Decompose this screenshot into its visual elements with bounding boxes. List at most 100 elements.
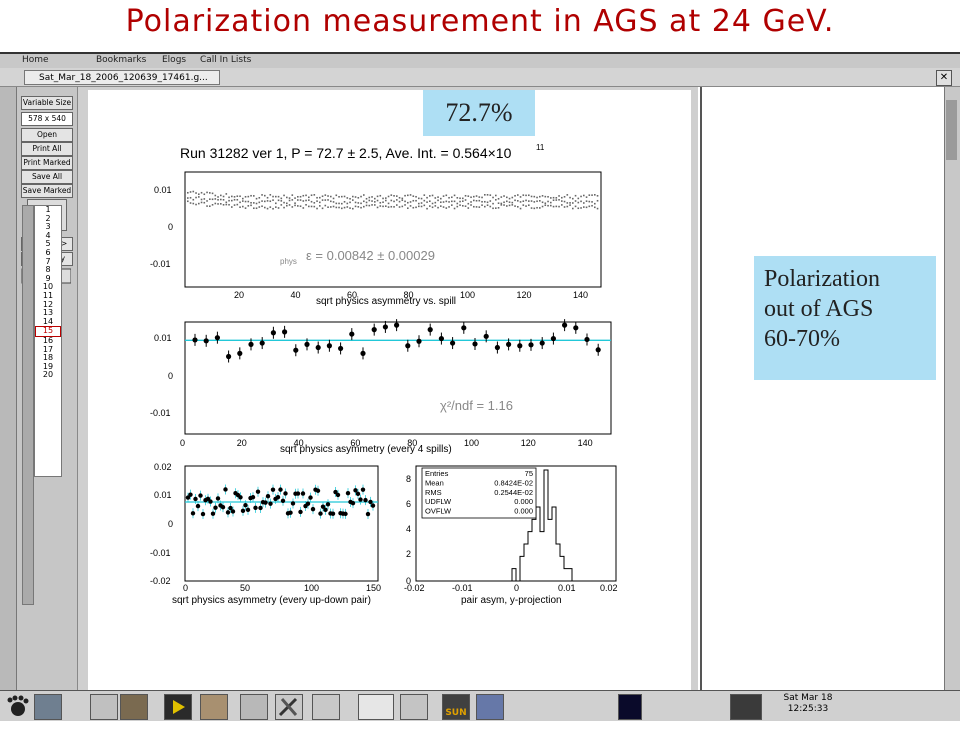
page-number-item[interactable]: 14 — [35, 317, 61, 327]
p1-point — [280, 200, 283, 202]
p3-point — [295, 491, 301, 496]
p1-point — [192, 198, 195, 201]
p1-point — [409, 201, 412, 203]
p1-point — [415, 199, 417, 202]
p1-point — [316, 200, 318, 202]
p3-ytick: -0.01 — [150, 548, 171, 558]
window-manager-icon[interactable] — [34, 694, 62, 720]
p1-point — [442, 206, 445, 208]
p1-point — [467, 202, 470, 205]
p3-point — [240, 508, 246, 514]
monitor-app-icon[interactable] — [476, 694, 504, 720]
p2-point — [584, 336, 590, 343]
p1-point — [580, 207, 582, 209]
p1-point — [349, 201, 351, 204]
p3-point — [355, 491, 361, 497]
scroll-thumb[interactable] — [946, 100, 957, 160]
p1-point — [453, 200, 456, 203]
p1-point — [412, 195, 415, 197]
p1-point — [368, 199, 371, 202]
terminal-icon[interactable] — [730, 694, 762, 720]
gnome-foot-icon[interactable] — [4, 694, 30, 718]
p2-point — [528, 342, 534, 348]
tools-icon[interactable] — [275, 694, 303, 720]
p3-ytick: 0.02 — [154, 462, 172, 472]
p1-point — [464, 194, 467, 197]
browser-tab[interactable]: Sat_Mar_18_2006_120639_17461.g... — [24, 70, 220, 85]
p1-point — [209, 192, 211, 194]
p3-xlabel: sqrt physics asymmetry (every up-down pa… — [172, 595, 371, 606]
p1-point — [514, 199, 516, 202]
settings-icon[interactable] — [240, 694, 268, 720]
p3-point — [243, 503, 248, 508]
close-icon[interactable]: ✕ — [936, 70, 952, 86]
p3-point — [330, 511, 336, 516]
edit-icon[interactable] — [312, 694, 340, 720]
p1-point — [448, 201, 450, 203]
p2-annotation: χ²/ndf = 1.16 — [440, 398, 513, 413]
terminal-small-icon[interactable] — [358, 694, 394, 720]
p4-xtick: 0.01 — [558, 583, 576, 593]
page-number-item[interactable]: 20 — [35, 371, 61, 380]
p1-point — [470, 196, 472, 199]
p1-point — [401, 197, 404, 200]
p3-xtick: 50 — [240, 583, 250, 593]
menu-bookmarks[interactable]: Bookmarks — [96, 55, 146, 65]
p1-annotation: ε = 0.00842 ± 0.00029 — [306, 248, 435, 263]
p1-point — [382, 201, 384, 203]
variable-size-button[interactable]: Variable Size — [21, 96, 73, 110]
print-marked-button[interactable]: Print Marked — [21, 156, 73, 170]
workspace-pager-icon[interactable] — [618, 694, 642, 720]
p1-point — [451, 204, 453, 206]
file-manager-icon[interactable] — [400, 694, 428, 720]
p1-point — [453, 207, 456, 210]
p1-point — [508, 201, 511, 203]
page-list-scrollbar[interactable] — [22, 205, 34, 605]
menu-elogs[interactable]: Elogs — [162, 55, 186, 65]
size-field[interactable]: 578 x 540 — [21, 112, 73, 126]
p1-point — [407, 194, 409, 197]
p1-point — [319, 205, 321, 207]
animal-app-icon[interactable] — [120, 694, 148, 720]
sun-icon[interactable]: SUN — [442, 694, 470, 720]
print-all-button[interactable]: Print All — [21, 142, 73, 156]
menu-call-in-lists[interactable]: Call In Lists — [200, 55, 251, 65]
p1-point — [321, 199, 324, 201]
p1-point — [198, 196, 200, 198]
p1-point — [308, 205, 310, 208]
image-app-icon[interactable] — [200, 694, 228, 720]
save-marked-button[interactable]: Save Marked — [21, 184, 73, 198]
p1-point — [250, 201, 252, 204]
p1-point — [511, 204, 514, 206]
p1-point — [264, 194, 266, 197]
p1-point — [313, 205, 316, 208]
p3-point — [270, 487, 276, 492]
p1-point — [332, 201, 335, 203]
p1-point — [431, 194, 434, 197]
p1-point — [343, 200, 346, 203]
p1-point — [214, 198, 217, 200]
p1-point — [583, 206, 585, 208]
p2-point — [573, 325, 579, 331]
plot-page: Run 31282 ver 1, P = 72.7 ± 2.5, Ave. In… — [88, 90, 691, 690]
save-all-button[interactable]: Save All — [21, 170, 73, 184]
p1-point — [489, 205, 492, 208]
media-player-icon[interactable] — [164, 694, 192, 720]
p1-point — [264, 200, 266, 203]
p1-point — [517, 205, 519, 208]
p1-point — [475, 195, 478, 197]
p1-point — [220, 198, 222, 201]
menu-home[interactable]: Home — [22, 55, 49, 65]
p4-xtick: -0.02 — [404, 583, 425, 593]
p1-point — [310, 205, 313, 208]
p1-point — [533, 207, 536, 210]
p1-annotation-sub: phys — [280, 257, 297, 266]
p1-point — [211, 204, 214, 206]
p1-point — [225, 203, 228, 206]
p3-point — [350, 500, 356, 506]
vertical-scrollbar[interactable] — [944, 87, 960, 690]
desktop-switch-icon[interactable] — [90, 694, 118, 720]
open-button[interactable]: Open — [21, 128, 73, 142]
p1-point — [203, 198, 206, 200]
p1-point — [478, 196, 481, 198]
